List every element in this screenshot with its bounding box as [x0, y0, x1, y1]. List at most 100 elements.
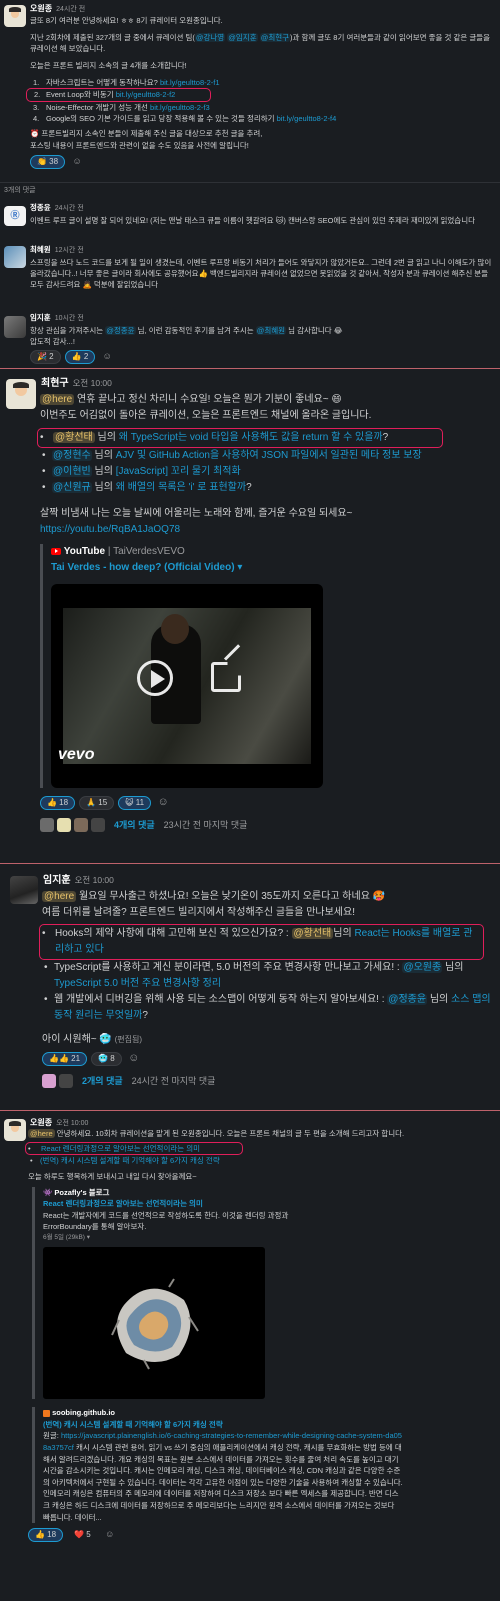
- link[interactable]: 왜 배열의 목록은 'i' 로 표현할까: [116, 482, 246, 493]
- message-text: 포스팅 내용이 프론트엔드와 관련이 없을 수도 있음을 사전에 알립니다!: [30, 140, 249, 150]
- preview-site: soobing.github.io: [43, 1407, 494, 1419]
- mention[interactable]: @임지훈: [227, 32, 258, 42]
- message-text: @here 안녕하세요. 10회차 큐레이션을 맡게 된 오원종입니다. 오늘은…: [28, 1129, 405, 1138]
- reply-text: 항상 관심을 가져주시는 @정종윤 님, 이런 감동적인 후기를 남겨 주시는 …: [30, 325, 343, 335]
- mention[interactable]: @오원종: [402, 962, 443, 973]
- here-mention[interactable]: @here: [42, 891, 77, 902]
- yt-title[interactable]: Tai Verdes - how deep? (Official Video) …: [51, 560, 496, 576]
- avatar: [74, 818, 88, 833]
- replies-link[interactable]: 4개의 댓글: [114, 818, 155, 832]
- reaction-button[interactable]: ❤️ 5: [67, 1528, 98, 1542]
- list-item: (번역) 캐시 시스템 설계할 때 기억해야 할 6가지 캐싱 전략: [28, 1155, 494, 1167]
- list-item: 2. Event Loop와 비동기 bit.ly/geultto8-2-f2: [26, 88, 211, 102]
- link[interactable]: TypeScript 5.0 버전 주요 변경사항 정리: [54, 978, 221, 989]
- link[interactable]: bit.ly/geultto8-2-f4: [277, 114, 337, 123]
- thread-summary[interactable]: 4개의 댓글 23시간 전 마지막 댓글: [40, 818, 496, 833]
- message-text: 이번주도 어김없이 돌아온 큐레이션, 오늘은 프론트엔드 채널에 올라온 글입…: [40, 410, 372, 421]
- add-reaction-icon[interactable]: ☺: [99, 350, 115, 364]
- avatar[interactable]: [6, 379, 36, 409]
- mention[interactable]: @최현구: [259, 32, 291, 42]
- reaction-button[interactable]: 🙏 15: [79, 796, 115, 810]
- link-preview: soobing.github.io (번역) 캐시 시스템 설계할 때 기억해야…: [32, 1407, 494, 1524]
- reaction-button[interactable]: 👍 18: [28, 1528, 64, 1543]
- mention[interactable]: @정종윤: [105, 325, 136, 335]
- avatar[interactable]: [4, 316, 26, 338]
- message-text: 지난 2회차에 제출된 327개의 글 중에서 큐레이션 팀(@강나영 @임지훈…: [30, 32, 491, 54]
- mention[interactable]: @황선태: [291, 928, 334, 939]
- mention[interactable]: @이현빈: [52, 466, 92, 477]
- here-mention[interactable]: @here: [40, 394, 75, 405]
- mention[interactable]: @정현수: [52, 450, 92, 461]
- mention[interactable]: @최혜원: [255, 325, 287, 335]
- video-thumbnail[interactable]: vevo: [51, 584, 323, 788]
- timestamp[interactable]: 10시간 전: [55, 315, 84, 322]
- reply-text: 이벤트 루프 글이 설명 잘 되어 있네요! (저는 맨날 태스크 큐들 이름이…: [30, 215, 476, 225]
- author-name[interactable]: 임지훈: [43, 875, 71, 886]
- link[interactable]: React 렌더링과정으로 알아보는 선언적이라는 의미: [41, 1144, 200, 1153]
- link[interactable]: [JavaScript] 꼬리 물기 최적화: [116, 466, 241, 477]
- add-reaction-icon[interactable]: ☺: [69, 155, 85, 169]
- youtube-link[interactable]: https://youtu.be/RqBA1JaOQ78: [40, 522, 496, 538]
- link[interactable]: bit.ly/geultto8-2-f2: [116, 90, 176, 99]
- avatar[interactable]: [4, 5, 26, 27]
- message-text: 오늘은 프론트 빌리지 소속의 글 4개를 소개합니다!: [30, 60, 187, 70]
- avatar[interactable]: [4, 1119, 26, 1141]
- curated-list: Hooks의 제약 사항에 대해 고민해 보신 적 있으신가요? : @황선태님…: [39, 924, 496, 1024]
- message-text: 글또 8기 여러분 안녕하세요! ㅎㅎ 8기 큐레이터 오원종입니다.: [30, 16, 223, 25]
- add-reaction-icon[interactable]: ☺: [155, 796, 171, 810]
- author-name[interactable]: 오원종: [30, 1118, 52, 1127]
- mention[interactable]: @강나영: [194, 32, 226, 42]
- reaction-button[interactable]: 👏 38: [30, 155, 66, 170]
- thread-summary[interactable]: 2개의 댓글 24시간 전 마지막 댓글: [42, 1074, 496, 1089]
- link[interactable]: AJV 및 GitHub Action을 사용하여 JSON 파일에서 일관된 …: [116, 450, 422, 461]
- mention[interactable]: @정종윤: [387, 994, 428, 1005]
- here-mention[interactable]: @here: [28, 1129, 55, 1138]
- link[interactable]: bit.ly/geultto8-2-f3: [150, 103, 210, 112]
- author-name[interactable]: 임지훈: [30, 313, 51, 322]
- author-name[interactable]: 오원종: [30, 4, 52, 13]
- reaction-button[interactable]: 👍 2: [64, 350, 96, 364]
- author-name[interactable]: 최혜원: [30, 245, 51, 254]
- timestamp[interactable]: 오전 10:00: [73, 378, 112, 388]
- yt-brand: YouTube: [63, 546, 106, 557]
- author-name[interactable]: 정종윤: [30, 203, 51, 212]
- last-reply-time: 24시간 전 마지막 댓글: [131, 1076, 216, 1086]
- link[interactable]: (번역) 캐시 시스템 설계할 때 기억해야 할 6가지 캐싱 전략: [40, 1156, 220, 1165]
- list-item: 3. Noise-Effector 개발기 성능 개선 bit.ly/geultt…: [33, 102, 210, 112]
- list-item: @정현수 님의 AJV 및 GitHub Action을 사용하여 JSON 파…: [40, 448, 496, 464]
- link[interactable]: 왜 TypeScript는 void 타입을 사용해도 값을 return 할 …: [119, 432, 383, 443]
- chevron-down-icon[interactable]: ▾: [237, 562, 242, 573]
- reaction-button[interactable]: 👍👍 21: [42, 1052, 88, 1066]
- link[interactable]: bit.ly/geultto8-2-f1: [160, 78, 220, 87]
- vevo-logo: vevo: [58, 746, 95, 763]
- play-icon[interactable]: [137, 660, 173, 696]
- add-reaction-icon[interactable]: ☺: [102, 1528, 118, 1542]
- avatar: [57, 818, 71, 833]
- timestamp[interactable]: 오전 10:00: [56, 1120, 88, 1127]
- thread-count: 3개의 댓글: [4, 187, 36, 194]
- mention[interactable]: @황선태: [53, 432, 95, 443]
- timestamp[interactable]: 오전 10:00: [75, 875, 114, 885]
- timestamp[interactable]: 24시간 전: [55, 205, 84, 212]
- avatar[interactable]: [4, 246, 26, 268]
- reaction-button[interactable]: 😺 11: [118, 796, 152, 810]
- preview-title[interactable]: React 렌더링과정으로 알아보는 선언적이라는 의미: [43, 1198, 494, 1210]
- author-name[interactable]: 최현구: [41, 378, 69, 389]
- replies-link[interactable]: 2개의 댓글: [82, 1074, 123, 1088]
- reaction-button[interactable]: 🥶 8: [91, 1052, 122, 1066]
- avatar[interactable]: [10, 876, 38, 904]
- add-reaction-icon[interactable]: ☺: [126, 1052, 142, 1066]
- avatar[interactable]: [4, 206, 26, 226]
- youtube-preview: YouTube | TaiVerdesVEVO Tai Verdes - how…: [40, 544, 496, 788]
- reaction-button[interactable]: 👍 18: [40, 796, 76, 810]
- mention[interactable]: @신원규: [52, 482, 92, 493]
- reaction-button[interactable]: 🎉 2: [30, 350, 61, 364]
- preview-image[interactable]: [43, 1247, 265, 1400]
- preview-title[interactable]: (번역) 캐시 시스템 설계할 때 기억해야 할 6가지 캐싱 전략: [43, 1419, 494, 1431]
- timestamp[interactable]: 12시간 전: [55, 247, 84, 254]
- timestamp[interactable]: 24시간 전: [56, 6, 85, 13]
- curated-list: 1. 자바스크립트는 어떻게 동작하나요? bit.ly/geultto8-2-f…: [26, 77, 492, 126]
- preview-meta[interactable]: 6월 5일 (29kB) ▾: [43, 1233, 494, 1243]
- thread-replies: 정종윤 24시간 전 이벤트 루프 글이 설명 잘 되어 있네요! (저는 맨날 …: [0, 196, 500, 368]
- site-icon: [43, 1409, 50, 1417]
